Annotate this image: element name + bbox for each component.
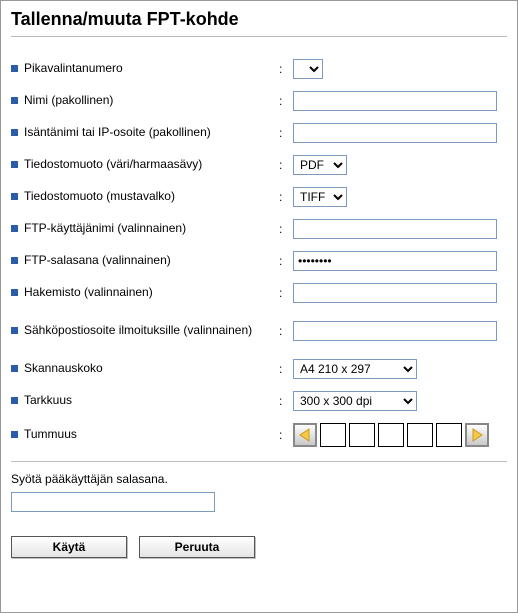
colon: : [279, 94, 293, 108]
label-ftp-pass: FTP-salasana (valinnainen) [24, 253, 171, 269]
darkness-level-box [349, 423, 375, 447]
page-title: Tallenna/muuta FPT-kohde [11, 9, 507, 37]
form-area: Pikavalintanumero : Nimi (pakollinen) : [11, 43, 507, 447]
label-ftp-user: FTP-käyttäjänimi (valinnainen) [24, 221, 186, 237]
bullet-icon [11, 225, 18, 232]
colon: : [279, 158, 293, 172]
colon: : [279, 222, 293, 236]
cancel-button[interactable]: Peruuta [139, 536, 255, 558]
admin-password-label: Syötä pääkäyttäjän salasana. [11, 472, 507, 486]
directory-input[interactable] [293, 283, 497, 303]
file-format-color-select[interactable]: PDF [293, 155, 347, 175]
resolution-select[interactable]: 300 x 300 dpi [293, 391, 417, 411]
label-fmt-color: Tiedostomuoto (väri/harmaasävy) [24, 157, 202, 173]
bullet-icon [11, 289, 18, 296]
colon: : [279, 324, 293, 338]
ftp-password-input[interactable] [293, 251, 497, 271]
label-darkness: Tummuus [24, 427, 77, 443]
admin-password-input[interactable] [11, 492, 215, 512]
colon: : [279, 428, 293, 442]
darkness-level-box [378, 423, 404, 447]
bullet-icon [11, 193, 18, 200]
colon: : [279, 286, 293, 300]
ftp-user-input[interactable] [293, 219, 497, 239]
colon: : [279, 190, 293, 204]
label-shortcut: Pikavalintanumero [24, 61, 123, 77]
email-input[interactable] [293, 321, 497, 341]
bullet-icon [11, 257, 18, 264]
file-format-bw-select[interactable]: TIFF [293, 187, 347, 207]
colon: : [279, 62, 293, 76]
label-host: Isäntänimi tai IP-osoite (pakollinen) [24, 125, 211, 141]
label-name: Nimi (pakollinen) [24, 93, 113, 109]
darkness-level-box [436, 423, 462, 447]
name-input[interactable] [293, 91, 497, 111]
darkness-decrease-button[interactable] [293, 423, 317, 447]
darkness-control [293, 423, 507, 447]
triangle-left-icon [299, 428, 311, 442]
colon: : [279, 394, 293, 408]
bullet-icon [11, 129, 18, 136]
darkness-increase-button[interactable] [465, 423, 489, 447]
bullet-icon [11, 365, 18, 372]
colon: : [279, 126, 293, 140]
colon: : [279, 254, 293, 268]
bullet-icon [11, 397, 18, 404]
bullet-icon [11, 161, 18, 168]
shortcut-select[interactable] [293, 59, 323, 79]
bullet-icon [11, 431, 18, 438]
label-scan-size: Skannauskoko [24, 361, 103, 377]
darkness-level-box [407, 423, 433, 447]
darkness-level-box [320, 423, 346, 447]
bullet-icon [11, 97, 18, 104]
bullet-icon [11, 327, 18, 334]
colon: : [279, 362, 293, 376]
label-resolution: Tarkkuus [24, 393, 72, 409]
host-input[interactable] [293, 123, 497, 143]
triangle-right-icon [471, 428, 483, 442]
label-dir: Hakemisto (valinnainen) [24, 285, 153, 301]
label-email: Sähköpostiosoite ilmoituksille (valinnai… [24, 323, 252, 339]
label-fmt-bw: Tiedostomuoto (mustavalko) [24, 189, 175, 205]
divider [11, 461, 507, 462]
bullet-icon [11, 65, 18, 72]
apply-button[interactable]: Käytä [11, 536, 127, 558]
scan-size-select[interactable]: A4 210 x 297 [293, 359, 417, 379]
